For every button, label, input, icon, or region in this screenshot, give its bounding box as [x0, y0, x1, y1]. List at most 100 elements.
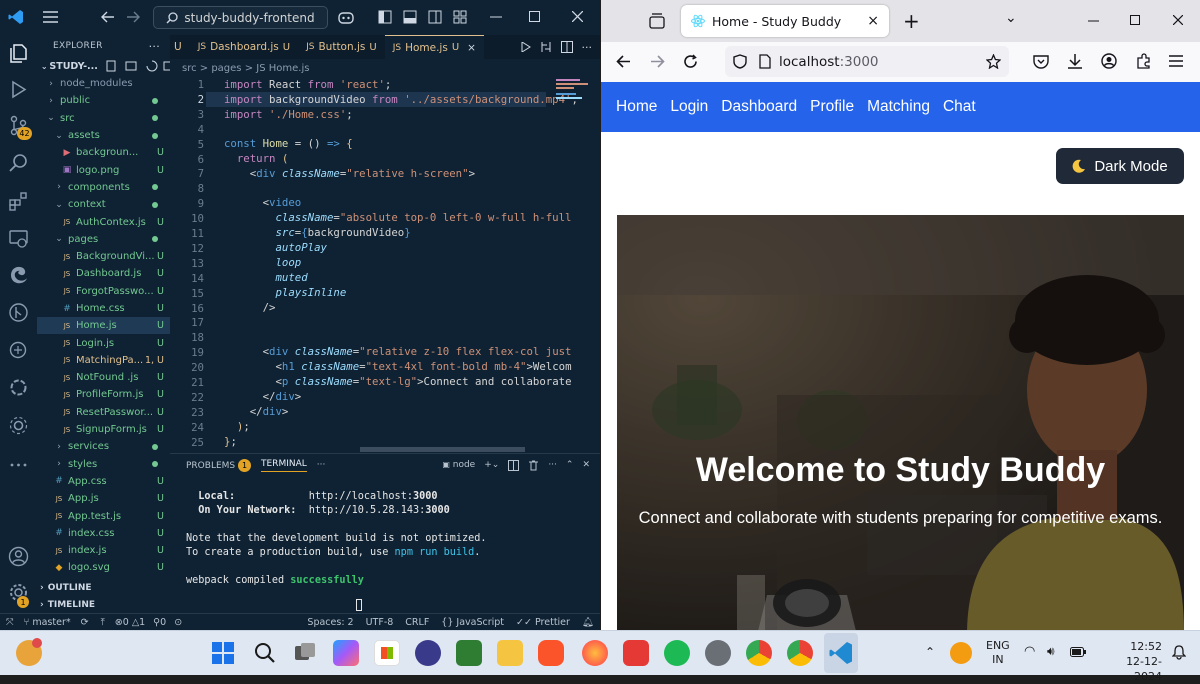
split-terminal-icon[interactable] [508, 459, 520, 471]
hamburger-menu-icon[interactable] [1169, 55, 1183, 67]
notification-bell-icon[interactable] [1172, 645, 1186, 660]
nav-link-home[interactable]: Home [616, 98, 657, 116]
explorer-actions-icons[interactable] [106, 60, 170, 72]
tree-item[interactable]: # index.css U [37, 525, 170, 542]
sync-icon[interactable]: ⟳ [75, 617, 95, 628]
openai-icon[interactable] [8, 377, 29, 398]
bookmark-star-icon[interactable] [986, 54, 1001, 69]
timeline-section[interactable]: › TIMELINE [37, 596, 170, 613]
tree-item[interactable]: ⌄ assets [37, 127, 170, 144]
tree-item[interactable]: JS ForgotPasswo... U [37, 283, 170, 300]
pocket-icon[interactable] [1033, 54, 1049, 69]
tree-item[interactable]: ▶ backgroun... U [37, 144, 170, 161]
eol-status[interactable]: CRLF [399, 617, 435, 628]
task-view-icon[interactable] [292, 640, 318, 666]
wifi-icon[interactable]: ◠ [1024, 644, 1035, 659]
copilot-taskbar-icon[interactable] [333, 640, 359, 666]
close-icon[interactable] [572, 11, 583, 22]
clock[interactable]: 12:52 12-12-2024 [1100, 639, 1162, 684]
nav-link-profile[interactable]: Profile [810, 98, 854, 116]
tab-close-icon[interactable]: × [867, 13, 879, 29]
reload-icon[interactable] [683, 54, 698, 69]
shield-icon[interactable] [733, 54, 747, 69]
notifications-icon[interactable]: 🔔︎ [576, 617, 600, 628]
split-editor-icon[interactable] [560, 41, 573, 53]
horizontal-scrollbar[interactable] [360, 447, 525, 452]
close-icon[interactable] [1173, 15, 1183, 25]
volume-icon[interactable]: 🔊︎ [1047, 644, 1055, 659]
explorer-icon[interactable] [8, 43, 29, 64]
back-arrow-icon[interactable] [101, 11, 115, 23]
edge-devtools-icon[interactable] [8, 263, 29, 284]
show-hidden-icons[interactable]: ⌃ [925, 645, 935, 659]
new-terminal-icon[interactable]: +⌄ [484, 460, 499, 470]
tab-problems[interactable]: PROBLEMS 1 [186, 458, 251, 472]
list-tabs-icon[interactable]: ⌄ [1005, 10, 1017, 26]
docker-icon[interactable] [8, 340, 29, 361]
page-icon[interactable] [759, 54, 771, 69]
tree-item[interactable]: JS index.js U [37, 542, 170, 559]
gallery-app-icon[interactable] [456, 640, 482, 666]
extensions-icon[interactable] [8, 191, 29, 212]
search-panel-icon[interactable] [8, 153, 29, 174]
extensions-icon[interactable] [1136, 53, 1152, 69]
forward-arrow-icon[interactable] [650, 55, 665, 68]
ports-status[interactable]: ⚲0 [149, 617, 170, 628]
tab-button[interactable]: JS Button.js U [298, 35, 385, 59]
terminal-output[interactable]: Local: http://localhost:3000 On Your Net… [170, 476, 600, 588]
more-icon[interactable] [8, 455, 29, 476]
chrome-icon[interactable] [787, 640, 813, 666]
file-explorer-icon[interactable] [497, 640, 523, 666]
toggle-secondary-sidebar-icon[interactable] [428, 10, 442, 24]
settings-app-icon[interactable] [705, 640, 731, 666]
copilot-status-icon[interactable]: ⊙ [170, 617, 186, 628]
spotify-icon[interactable] [664, 640, 690, 666]
tree-item[interactable]: ⌄ pages [37, 231, 170, 248]
account-icon[interactable] [8, 546, 29, 567]
run-icon[interactable] [521, 42, 531, 52]
nav-link-chat[interactable]: Chat [943, 98, 976, 116]
trash-icon[interactable] [528, 460, 539, 471]
wps-office-icon[interactable] [623, 640, 649, 666]
terminal-shell[interactable]: ▣ node [442, 460, 475, 470]
remote-icon[interactable]: ⤧ [0, 617, 20, 628]
search-icon[interactable] [252, 640, 278, 666]
minimap[interactable] [556, 77, 596, 117]
panel-overflow-icon[interactable]: ··· [548, 460, 557, 470]
tree-item[interactable]: › public [37, 92, 170, 109]
encoding-status[interactable]: UTF-8 [360, 617, 400, 628]
panel-more-icon[interactable]: ··· [317, 460, 326, 470]
downloads-icon[interactable] [1067, 53, 1083, 69]
toggle-sidebar-icon[interactable] [378, 10, 392, 24]
run-debug-icon[interactable] [8, 79, 29, 100]
dark-mode-button[interactable]: Dark Mode [1056, 148, 1184, 184]
chrome-profile-icon[interactable] [746, 640, 772, 666]
maximize-icon[interactable] [1130, 15, 1140, 25]
tree-item[interactable]: JS ProfileForm.js U [37, 386, 170, 403]
tree-item[interactable]: JS BackgroundVi... U [37, 248, 170, 265]
tree-item[interactable]: › components [37, 179, 170, 196]
nav-link-login[interactable]: Login [670, 98, 708, 116]
minimize-icon[interactable] [490, 16, 502, 18]
language-status[interactable]: {} JavaScript [435, 617, 510, 628]
editor-more-icon[interactable]: ··· [582, 41, 593, 54]
compare-icon[interactable] [540, 41, 552, 53]
remote-explorer-icon[interactable] [8, 228, 29, 249]
microsoft-store-icon[interactable] [374, 640, 400, 666]
forward-arrow-icon[interactable] [126, 11, 140, 23]
tree-item[interactable]: › services [37, 438, 170, 455]
tab-terminal[interactable]: TERMINAL [261, 459, 307, 472]
tree-item[interactable]: JS SignupForm.js U [37, 421, 170, 438]
browser-tab-home[interactable]: Home - Study Buddy × [681, 5, 889, 37]
indent-status[interactable]: Spaces: 2 [301, 617, 359, 628]
menu-icon[interactable] [43, 11, 58, 23]
battery-icon[interactable] [1070, 647, 1086, 657]
tree-item[interactable]: JS AuthContex.js U [37, 213, 170, 230]
tree-item[interactable]: › styles [37, 456, 170, 473]
toggle-panel-icon[interactable] [403, 10, 417, 24]
tree-item[interactable]: ▣ logo.png U [37, 161, 170, 178]
publish-icon[interactable]: ⤒ [95, 617, 111, 628]
tree-item[interactable]: # Home.css U [37, 300, 170, 317]
gear-extension-icon[interactable] [8, 415, 29, 436]
account-icon[interactable] [1101, 53, 1117, 69]
